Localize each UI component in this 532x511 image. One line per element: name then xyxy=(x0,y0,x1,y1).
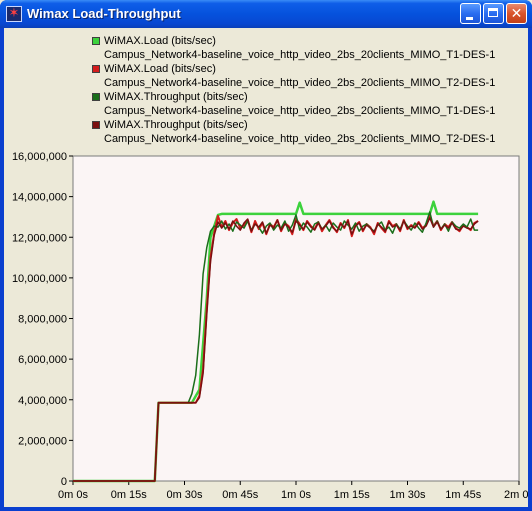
y-tick-label: 12,000,000 xyxy=(12,232,67,244)
y-tick-label: 16,000,000 xyxy=(12,151,67,163)
y-tick-label: 8,000,000 xyxy=(18,314,67,326)
minimize-icon xyxy=(466,17,473,20)
x-tick-label: 0m 45s xyxy=(222,489,259,501)
star-app-icon[interactable]: ✶ xyxy=(6,6,22,22)
minimize-button[interactable] xyxy=(460,3,481,24)
y-tick-label: 4,000,000 xyxy=(18,395,67,407)
maximize-button[interactable] xyxy=(483,3,504,24)
x-tick-label: 0m 15s xyxy=(111,489,148,501)
window-title: Wimax Load-Throughput xyxy=(27,6,181,21)
x-tick-label: 1m 15s xyxy=(334,489,371,501)
chart-client-area: WiMAX.Load (bits/sec) Campus_Network4-ba… xyxy=(4,28,528,507)
plot-area xyxy=(72,155,520,482)
x-tick-label: 2m 0s xyxy=(504,489,528,501)
x-tick-label: 0m 0s xyxy=(58,489,88,501)
y-tick-label: 2,000,000 xyxy=(18,435,67,447)
title-bar[interactable]: ✶ Wimax Load-Throughput ✕ xyxy=(0,0,532,28)
maximize-icon xyxy=(488,8,498,17)
y-tick-label: 14,000,000 xyxy=(12,192,67,204)
close-button[interactable]: ✕ xyxy=(506,3,527,24)
x-tick-label: 0m 30s xyxy=(166,489,203,501)
close-icon: ✕ xyxy=(510,6,523,22)
line-chart: 0 2,000,000 4,000,000 6,000,000 8,000,000 10,… xyxy=(12,151,528,501)
x-tick-label: 1m 0s xyxy=(281,489,311,501)
x-tick-label: 1m 30s xyxy=(389,489,426,501)
y-tick-label: 0 xyxy=(61,476,67,488)
y-tick-label: 6,000,000 xyxy=(18,354,67,366)
x-tick-label: 1m 45s xyxy=(445,489,482,501)
chart-window: ✶ Wimax Load-Throughput ✕ WiMAX.Load (bi… xyxy=(0,0,532,511)
y-tick-label: 10,000,000 xyxy=(12,273,67,285)
